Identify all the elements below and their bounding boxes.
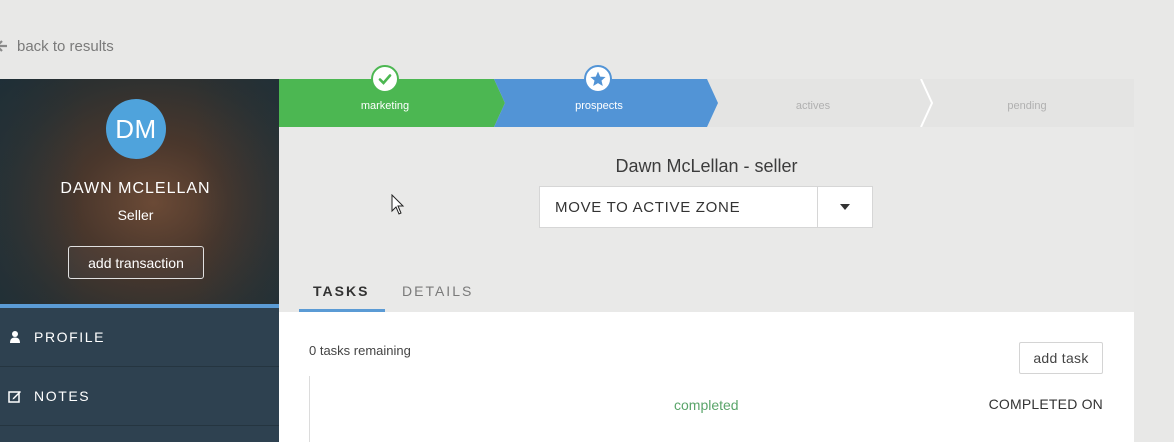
contact-name: DAWN MCLELLAN <box>60 180 211 197</box>
step-marketing[interactable]: marketing <box>329 100 441 112</box>
check-icon <box>371 65 399 93</box>
mouse-pointer-icon <box>391 193 405 221</box>
tab-details[interactable]: DETAILS <box>402 281 473 312</box>
zone-select-toggle[interactable] <box>817 187 872 227</box>
caret-down-icon <box>840 204 850 210</box>
divider <box>309 376 310 442</box>
sidebar: DM DAWN MCLELLAN Seller add transaction … <box>0 79 279 442</box>
arrow-left-icon <box>0 40 8 52</box>
contact-role: Seller <box>117 207 154 223</box>
sidebar-item-profile[interactable]: PROFILE <box>0 308 279 367</box>
step-prospects[interactable]: prospects <box>543 100 655 112</box>
edit-note-icon <box>8 389 22 403</box>
column-completed-on[interactable]: COMPLETED ON <box>989 396 1103 412</box>
page-title: Dawn McLellan - seller <box>615 156 798 176</box>
zone-select[interactable]: MOVE TO ACTIVE ZONE <box>539 186 873 228</box>
sidebar-item-label: PROFILE <box>34 329 106 345</box>
back-to-results-link[interactable]: back to results <box>0 36 114 56</box>
person-icon <box>8 330 22 344</box>
back-label: back to results <box>17 37 114 55</box>
star-icon <box>584 65 612 93</box>
sidebar-item-notes[interactable]: NOTES <box>0 367 279 426</box>
step-pending[interactable]: pending <box>971 100 1083 112</box>
zone-select-value: MOVE TO ACTIVE ZONE <box>555 198 741 216</box>
tasks-remaining: 0 tasks remaining <box>309 343 411 358</box>
add-task-button[interactable]: add task <box>1019 342 1103 374</box>
avatar: DM <box>106 99 166 159</box>
tab-tasks[interactable]: TASKS <box>299 281 385 312</box>
sidebar-item-label: NOTES <box>34 388 91 404</box>
pipeline-steps: marketing prospects actives pending <box>279 79 1134 127</box>
column-completed[interactable]: completed <box>674 397 739 413</box>
main-header: Dawn McLellan - seller MOVE TO ACTIVE ZO… <box>279 127 1134 312</box>
add-transaction-button[interactable]: add transaction <box>68 246 204 279</box>
tasks-panel: 0 tasks remaining add task completed COM… <box>279 312 1134 442</box>
profile-card: DM DAWN MCLELLAN Seller add transaction <box>0 79 279 304</box>
step-actives[interactable]: actives <box>757 100 869 112</box>
